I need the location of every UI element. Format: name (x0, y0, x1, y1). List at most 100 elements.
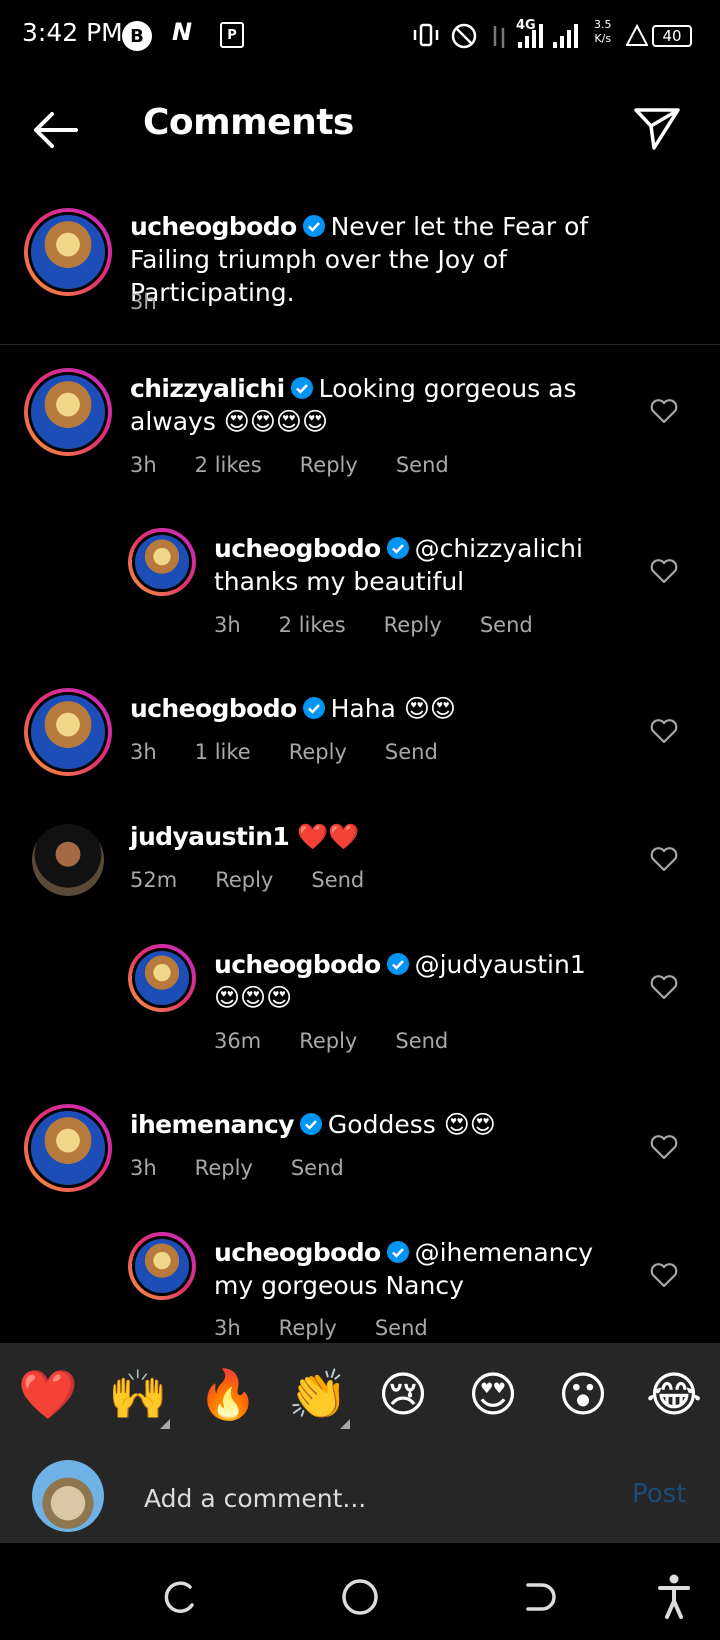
current-user-avatar (32, 1460, 104, 1532)
comment-time: 3h (214, 1316, 241, 1340)
comment-meta: 52m Reply Send (130, 868, 402, 892)
comment-time: 52m (130, 868, 178, 892)
comment-text: Goddess 😍😍 (327, 1110, 496, 1139)
comment-time: 3h (130, 453, 157, 477)
emoji-raised-hands[interactable]: 🙌 (108, 1367, 168, 1423)
battery-icon: 40 (652, 25, 692, 47)
back-nav-icon[interactable] (520, 1579, 556, 1615)
reply-button[interactable]: Reply (299, 1029, 357, 1053)
reply-button[interactable]: Reply (384, 613, 442, 637)
username[interactable]: ucheogbodo (214, 1238, 381, 1267)
reply-button[interactable]: Reply (300, 453, 358, 477)
avatar[interactable] (128, 944, 196, 1012)
username[interactable]: ucheogbodo (130, 694, 297, 723)
avatar[interactable] (24, 1104, 112, 1192)
b-badge-icon: B (122, 21, 152, 51)
comment-meta: 3h 1 like Reply Send (130, 740, 476, 764)
skin-tone-indicator (160, 1419, 170, 1429)
do-not-disturb-icon (451, 23, 477, 49)
emoji-laughing[interactable]: 😂 (646, 1367, 702, 1423)
verified-badge-icon (386, 1241, 409, 1263)
reply-button[interactable]: Reply (215, 868, 273, 892)
skin-tone-indicator (340, 1419, 350, 1429)
heart-icon[interactable] (650, 974, 678, 1000)
send-button[interactable]: Send (395, 1029, 448, 1053)
status-time: 3:42 PM (22, 18, 123, 47)
speed-unit: K/s (594, 32, 612, 45)
comment-time: 3h (130, 290, 157, 314)
username[interactable]: ucheogbodo (130, 212, 297, 241)
emoji-heart-eyes[interactable]: 😍 (468, 1367, 518, 1423)
send-button[interactable]: Send (480, 613, 533, 637)
comment-composer: Post (0, 1451, 720, 1543)
username[interactable]: ihemenancy (130, 1110, 295, 1139)
comment-time: 36m (214, 1029, 262, 1053)
reply-button[interactable]: Reply (195, 1156, 253, 1180)
emoji-heart[interactable]: ❤️ (18, 1367, 78, 1423)
username[interactable]: judyaustin1 (130, 822, 290, 851)
quick-emoji-bar: ❤️ 🙌 🔥 👏 😢 😍 😮 😂 (0, 1343, 720, 1451)
accessibility-icon[interactable] (656, 1573, 692, 1619)
signal-icon-2 (553, 24, 578, 48)
likes-count[interactable]: 2 likes (279, 613, 346, 637)
avatar[interactable] (24, 208, 112, 296)
likes-count[interactable]: 1 like (195, 740, 251, 764)
heart-icon[interactable] (650, 558, 678, 584)
avatar[interactable] (32, 824, 104, 896)
network-speed: 3.5 K/s (594, 18, 612, 46)
comment-meta: 3h 2 likes Reply Send (130, 453, 487, 477)
header: Comments (0, 90, 720, 170)
avatar[interactable] (128, 528, 196, 596)
share-send-icon[interactable] (632, 104, 682, 154)
emoji-clap[interactable]: 👏 (288, 1367, 348, 1423)
verified-badge-icon (302, 697, 325, 719)
send-button[interactable]: Send (291, 1156, 344, 1180)
send-button[interactable]: Send (385, 740, 438, 764)
reply-button[interactable]: Reply (289, 740, 347, 764)
page-title: Comments (143, 102, 354, 143)
comment-time: 3h (130, 1156, 157, 1180)
comment-time: 3h (214, 613, 241, 637)
comment-text: Haha 😍😍 (330, 694, 456, 723)
avatar[interactable] (24, 368, 112, 456)
system-nav-bar (0, 1543, 720, 1640)
avatar[interactable] (128, 1232, 196, 1300)
post-button[interactable]: Post (632, 1479, 686, 1509)
likes-count[interactable]: 2 likes (195, 453, 262, 477)
username[interactable]: chizzyalichi (130, 374, 285, 403)
heart-icon[interactable] (650, 1262, 678, 1288)
reply-button[interactable]: Reply (279, 1316, 337, 1340)
comment-meta: 3h Reply Send (214, 1316, 466, 1340)
verified-badge-icon (386, 953, 409, 975)
comment-input[interactable] (142, 1477, 566, 1519)
heart-icon[interactable] (650, 846, 678, 872)
send-button[interactable]: Send (396, 453, 449, 477)
comment-time: 3h (130, 740, 157, 764)
data-arrows-icon (493, 26, 505, 48)
username[interactable]: ucheogbodo (214, 534, 381, 563)
comment-text: ❤️❤️ (297, 822, 360, 851)
avatar[interactable] (24, 688, 112, 776)
verified-badge-icon (302, 215, 325, 237)
status-bar: 3:42 PM B N P 4G 3.5 K/s 40 (0, 0, 720, 72)
home-icon[interactable] (340, 1577, 380, 1617)
comment-meta: 3h Reply Send (130, 1156, 382, 1180)
comment-meta: 36m Reply Send (214, 1029, 486, 1053)
alert-icon (626, 24, 648, 46)
speed-value: 3.5 (594, 18, 612, 31)
n-app-icon: N (172, 18, 193, 46)
username[interactable]: ucheogbodo (214, 950, 381, 979)
heart-icon[interactable] (650, 718, 678, 744)
verified-badge-icon (290, 377, 313, 399)
comment-meta: 3h (130, 290, 195, 314)
emoji-crying[interactable]: 😢 (378, 1367, 428, 1423)
vibrate-icon (413, 23, 439, 47)
recent-apps-icon[interactable] (162, 1579, 198, 1615)
back-arrow-icon[interactable] (30, 108, 80, 152)
emoji-surprised[interactable]: 😮 (558, 1367, 608, 1423)
send-button[interactable]: Send (375, 1316, 428, 1340)
heart-icon[interactable] (650, 1134, 678, 1160)
heart-icon[interactable] (650, 398, 678, 424)
emoji-fire[interactable]: 🔥 (198, 1367, 258, 1423)
send-button[interactable]: Send (311, 868, 364, 892)
